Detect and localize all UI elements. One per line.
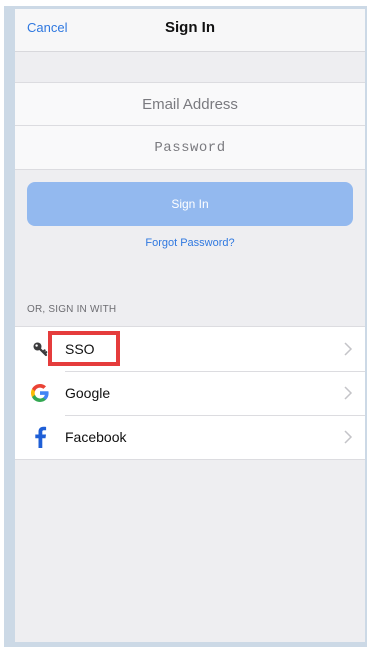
page: Cancel Sign In Sign In Forgot Password? … — [0, 0, 368, 649]
provider-list: SSO Google Facebook — [15, 326, 365, 460]
email-field[interactable] — [15, 82, 365, 126]
facebook-label: Facebook — [65, 429, 127, 445]
key-icon — [15, 341, 65, 357]
section-header: OR, SIGN IN WITH — [27, 304, 117, 315]
password-field[interactable] — [15, 126, 365, 170]
google-icon — [15, 383, 65, 403]
google-row[interactable]: Google — [15, 371, 365, 415]
navigation-bar: Cancel Sign In — [15, 9, 365, 52]
facebook-row[interactable]: Facebook — [15, 415, 365, 459]
chevron-right-icon — [344, 342, 353, 356]
google-label: Google — [65, 385, 111, 401]
password-input[interactable] — [15, 126, 365, 169]
sso-label: SSO — [65, 341, 95, 357]
sign-in-button[interactable]: Sign In — [27, 182, 353, 226]
email-input[interactable] — [15, 83, 365, 125]
chevron-right-icon — [344, 430, 353, 444]
page-title: Sign In — [165, 19, 215, 36]
chevron-right-icon — [344, 386, 353, 400]
facebook-icon — [15, 426, 65, 448]
app-screen: Cancel Sign In Sign In Forgot Password? … — [15, 9, 365, 642]
forgot-password-link[interactable]: Forgot Password? — [15, 237, 365, 249]
sso-row[interactable]: SSO — [15, 327, 365, 371]
